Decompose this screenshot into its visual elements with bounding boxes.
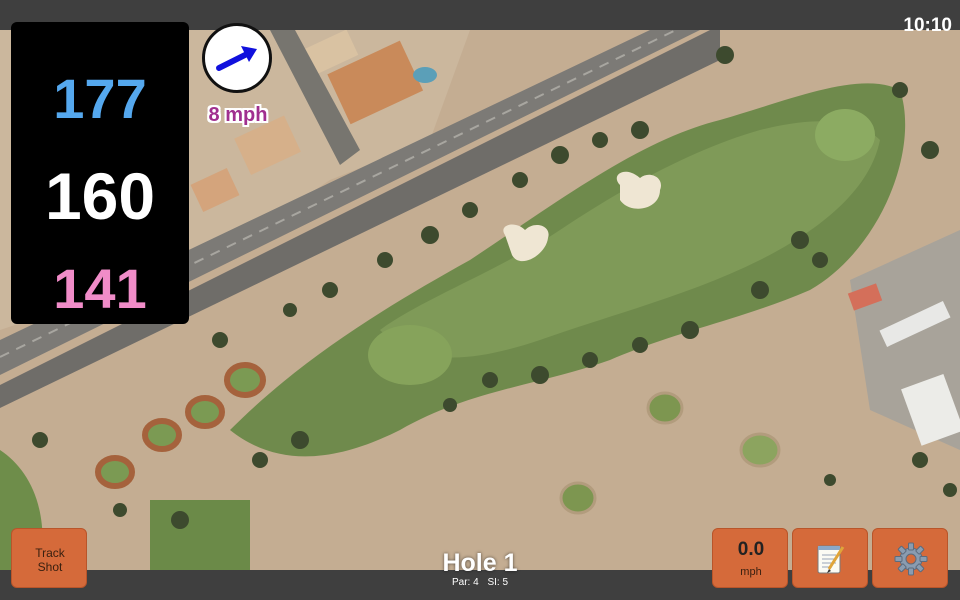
- track-shot-label-line1: Track: [35, 546, 65, 560]
- track-shot-label-line2: Shot: [37, 560, 63, 574]
- clock-time: 10:10: [903, 15, 952, 36]
- track-shot-button[interactable]: Track Shot: [11, 528, 87, 588]
- hole-info: Par: 4 SI: 5: [380, 577, 580, 588]
- hole-stroke-index: SI: 5: [487, 577, 509, 588]
- speed-unit: mph: [740, 566, 762, 578]
- yardage-panel: 177 160 141: [11, 22, 189, 324]
- wind-speed-label: 8 mph: [208, 104, 268, 126]
- front-of-green-distance: 141: [53, 257, 147, 320]
- hole-title: Hole 1: [442, 549, 518, 577]
- notes-button[interactable]: [792, 528, 868, 588]
- back-of-green-distance: 177: [53, 67, 147, 130]
- gear-icon: [894, 542, 928, 576]
- wind-arrow-icon: [216, 46, 257, 71]
- wind-indicator: [202, 23, 272, 93]
- hole-par: Par: 4: [451, 577, 479, 588]
- speed-button[interactable]: 0.0 mph: [712, 528, 788, 588]
- center-of-green-distance: 160: [44, 159, 156, 233]
- notepad-icon: [817, 545, 845, 574]
- speed-value: 0.0: [737, 539, 765, 560]
- settings-button[interactable]: [872, 528, 948, 588]
